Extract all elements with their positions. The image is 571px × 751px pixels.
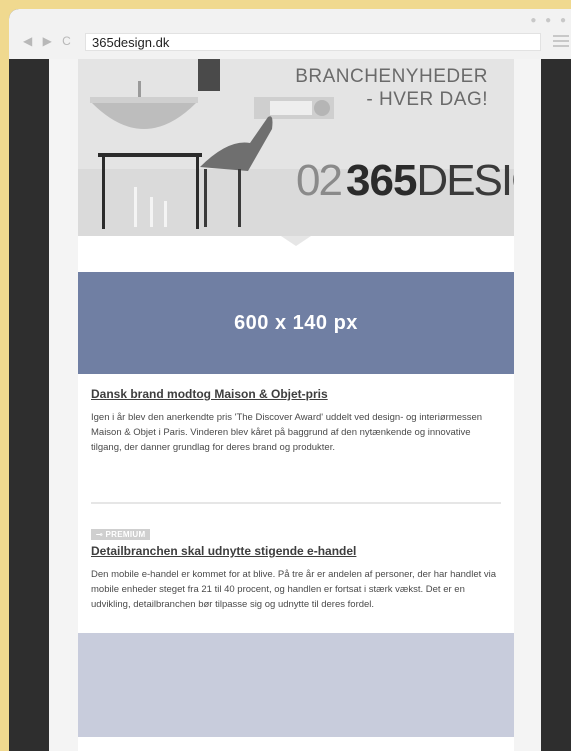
window-controls[interactable]: ● ● ● xyxy=(530,15,569,26)
article-1: Dansk brand modtog Maison & Objet-pris I… xyxy=(91,387,501,455)
article-2: ⊸ PREMIUM Detailbranchen skal udnytte st… xyxy=(91,524,501,612)
article-title-link[interactable]: Dansk brand modtog Maison & Objet-pris xyxy=(91,387,501,401)
hero-tagline: BRANCHENYHEDER - HVER DAG! xyxy=(295,65,488,111)
tagline-line-1: BRANCHENYHEDER xyxy=(295,66,488,87)
tagline-line-2: - HVER DAG! xyxy=(366,89,488,110)
article-body: Den mobile e-handel er kommet for at bli… xyxy=(91,569,497,610)
article-body: Igen i år blev den anerkendte pris 'The … xyxy=(91,412,483,453)
article-title-link[interactable]: Detailbranchen skal udnytte stigende e-h… xyxy=(91,544,501,558)
menu-icon[interactable] xyxy=(553,35,569,50)
browser-window: ● ● ● ◀ ▶ C 365design.dk BRANCHENYHEDER … xyxy=(9,9,571,751)
article-divider xyxy=(91,502,501,504)
brand-name-light: DESIGN xyxy=(416,156,514,205)
forward-icon[interactable]: ▶ xyxy=(43,34,52,48)
address-bar[interactable]: 365design.dk xyxy=(85,33,541,51)
back-icon[interactable]: ◀ xyxy=(23,34,32,48)
brand-name-bold: 365 xyxy=(346,156,417,205)
page-viewport[interactable]: BRANCHENYHEDER - HVER DAG! 02 365DESIGN … xyxy=(49,59,541,751)
premium-badge: ⊸ PREMIUM xyxy=(91,529,151,540)
hero-notch xyxy=(281,236,311,246)
brand-name: 365DESIGN xyxy=(346,151,514,211)
ad-placeholder[interactable] xyxy=(78,633,514,737)
issue-number: 02 xyxy=(296,156,343,205)
hero-image: BRANCHENYHEDER - HVER DAG! 02 365DESIGN xyxy=(78,59,514,236)
browser-toolbar: ● ● ● ◀ ▶ C 365design.dk xyxy=(9,9,571,59)
newsletter-content: BRANCHENYHEDER - HVER DAG! 02 365DESIGN … xyxy=(78,59,514,751)
navigation-buttons: ◀ ▶ C xyxy=(23,34,78,48)
ad-banner[interactable]: 600 x 140 px xyxy=(78,272,514,374)
refresh-icon[interactable]: C xyxy=(62,34,71,48)
